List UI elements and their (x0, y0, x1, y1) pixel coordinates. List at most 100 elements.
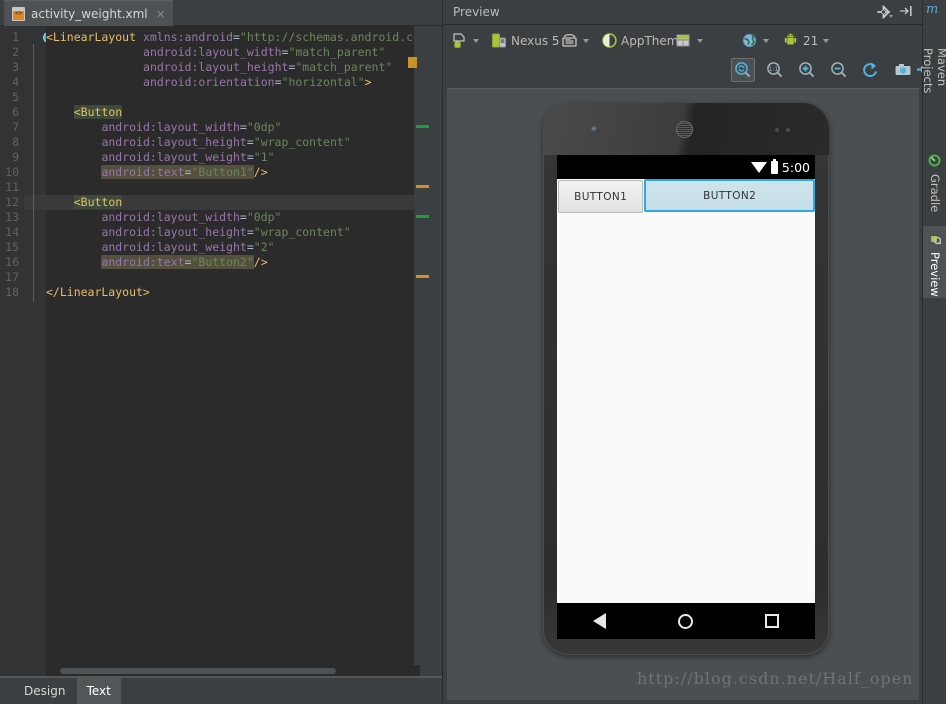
code-line[interactable]: android:layout_height="wrap_content" (101, 135, 350, 150)
tool-window-tab-maven-projects[interactable]: Maven Projects (923, 22, 946, 130)
minimize-icon[interactable] (899, 4, 913, 21)
front-camera-icon (591, 126, 598, 133)
code-text-area[interactable]: <LinearLayout xmlns:android="http://sche… (46, 26, 414, 676)
tool-window-tab-gradle[interactable]: Gradle (923, 148, 946, 210)
code-folding-strip[interactable]: C (24, 26, 46, 676)
code-token: <Button (74, 195, 122, 209)
device-config-icon[interactable] (451, 30, 479, 51)
horizontal-scrollbar[interactable] (46, 665, 420, 676)
code-line[interactable]: android:layout_width="0dp" (101, 120, 281, 135)
code-token: android:layout_width (143, 45, 281, 59)
code-line[interactable]: <Button (74, 105, 122, 120)
zoom-in-button[interactable] (795, 58, 819, 82)
code-line[interactable]: android:layout_weight="1" (101, 150, 274, 165)
editor-mode-tabs: DesignText (0, 678, 442, 704)
code-token: "Button1" (191, 165, 253, 179)
preview-button1[interactable]: BUTTON1 (558, 180, 643, 213)
change-marker[interactable] (416, 125, 429, 128)
nav-recent-icon[interactable] (765, 614, 779, 628)
mode-tab-design[interactable]: Design (14, 678, 75, 704)
tool-window-tab-label: Maven Projects (921, 48, 946, 130)
minimize-glyph (899, 4, 913, 18)
code-token: = (247, 135, 254, 149)
wifi-icon (751, 162, 767, 173)
close-icon[interactable]: × (156, 7, 166, 21)
zoom-out-button[interactable] (827, 58, 851, 82)
zoom-to-fit-button[interactable] (731, 58, 755, 82)
error-marker-bar[interactable] (414, 26, 431, 676)
layout-variant-icon (675, 32, 692, 49)
code-line[interactable]: </LinearLayout> (46, 285, 150, 300)
code-line[interactable]: <Button (74, 195, 122, 210)
code-token: = (247, 225, 254, 239)
change-marker[interactable] (416, 215, 429, 218)
preview-title: Preview (453, 5, 500, 19)
code-line[interactable]: android:text="Button1"/> (101, 165, 267, 180)
locale-selector[interactable] (741, 30, 769, 51)
device-icon (491, 32, 508, 49)
preview-zoom-toolbar: 1:1 (443, 56, 923, 86)
line-number: 11 (2, 180, 19, 195)
tool-window-tab-label: Gradle (928, 174, 942, 212)
code-token: "Button2" (191, 255, 253, 269)
preview-canvas[interactable]: 5:00 BUTTON1 BUTTON2 http://blog.csdn (447, 88, 919, 700)
preview-button2[interactable]: BUTTON2 (644, 179, 815, 212)
code-line[interactable]: android:layout_weight="2" (101, 240, 274, 255)
code-line[interactable]: android:layout_height="match_parent" (143, 60, 392, 75)
gear-icon[interactable] (877, 5, 893, 22)
change-marker[interactable] (416, 275, 429, 278)
code-token: /> (254, 255, 268, 269)
nav-home-icon[interactable] (678, 614, 693, 629)
device-screen[interactable]: 5:00 BUTTON1 BUTTON2 (557, 155, 815, 603)
code-token: = (240, 120, 247, 134)
nav-back-icon[interactable] (593, 613, 606, 629)
chevron-down-icon[interactable] (697, 39, 703, 43)
change-marker[interactable] (416, 185, 429, 188)
screenshot-button[interactable] (891, 58, 915, 82)
right-tool-window-strip: m Maven Projects Gradle Preview (922, 0, 946, 704)
code-token: "match_parent" (295, 60, 392, 74)
code-token: "horizontal" (282, 75, 365, 89)
code-line[interactable]: android:layout_width="match_parent" (143, 45, 385, 60)
chevron-down-icon[interactable] (823, 39, 829, 43)
chevron-down-icon[interactable] (763, 39, 769, 43)
code-line[interactable]: android:orientation="horizontal"> (143, 75, 372, 90)
tool-window-tab-preview[interactable]: Preview (923, 226, 946, 298)
earpiece-speaker-icon (676, 121, 693, 138)
orientation-selector[interactable] (561, 30, 589, 51)
preview-config-toolbar: Nexus 5 AppTheme 21 (443, 26, 923, 54)
code-token: android:text (101, 255, 184, 269)
refresh-button[interactable] (859, 58, 883, 82)
orientation-icon (561, 32, 578, 49)
layout-variant[interactable] (675, 30, 703, 51)
editor-tab-activity-weight-xml[interactable]: activity_weight.xml × (4, 0, 173, 26)
preview-header: Preview (443, 0, 923, 25)
device-frame-nexus5: 5:00 BUTTON1 BUTTON2 (543, 103, 829, 655)
code-token: android:layout_width (101, 210, 239, 224)
code-token: = (240, 210, 247, 224)
fold-guide-line (33, 44, 34, 302)
editor-body[interactable]: 123456789101112131415161718 C <LinearLay… (0, 26, 442, 676)
horizontal-scrollbar-thumb[interactable] (60, 668, 336, 674)
line-number: 7 (2, 120, 19, 135)
preview-icon (929, 232, 942, 245)
code-token: = (233, 30, 240, 44)
code-token: = (247, 240, 254, 254)
chevron-down-icon[interactable] (473, 39, 479, 43)
code-token: "0dp" (247, 210, 282, 224)
line-number-gutter: 123456789101112131415161718 (0, 26, 24, 676)
line-number: 9 (2, 150, 19, 165)
code-line[interactable]: android:layout_height="wrap_content" (101, 225, 350, 240)
chevron-down-icon[interactable] (583, 39, 589, 43)
maven-logo-icon: m (926, 2, 938, 17)
mode-tab-text[interactable]: Text (77, 678, 121, 704)
api-selector[interactable]: 21 (783, 30, 829, 51)
vertical-scrollbar[interactable] (431, 26, 442, 676)
code-line[interactable]: android:layout_width="0dp" (101, 210, 281, 225)
theme-selector[interactable]: AppTheme (601, 30, 686, 51)
code-line[interactable]: android:text="Button2"/> (101, 255, 267, 270)
api-selector-label: 21 (803, 34, 818, 48)
code-line[interactable]: <LinearLayout xmlns:android="http://sche… (46, 30, 413, 45)
device-selector[interactable]: Nexus 5 (491, 30, 571, 51)
zoom-actual-button[interactable]: 1:1 (763, 58, 787, 82)
